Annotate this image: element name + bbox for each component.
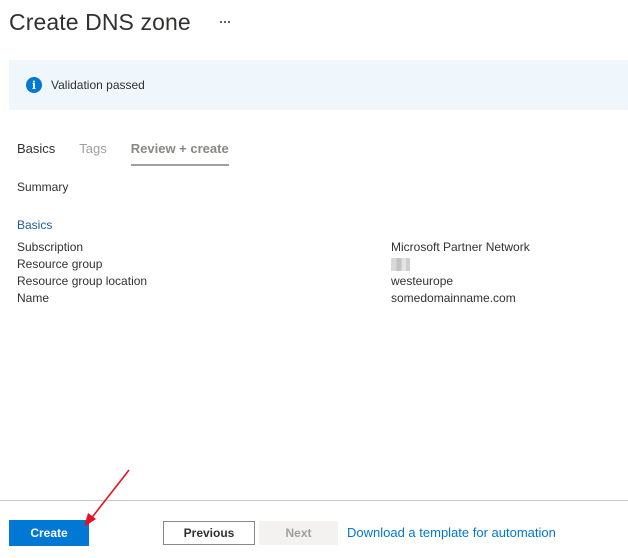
summary-heading: Summary [17, 180, 69, 194]
create-dns-zone-page: Create DNS zone i Validation passed Basi… [0, 0, 628, 558]
ellipsis-icon[interactable] [216, 12, 234, 32]
page-title: Create DNS zone [9, 8, 191, 35]
footer-actions: Create Previous Next Download a template… [0, 520, 628, 546]
create-button[interactable]: Create [9, 520, 89, 546]
summary-value: Microsoft Partner Network [391, 240, 530, 254]
summary-label: Subscription [17, 240, 84, 254]
validation-message: Validation passed [51, 78, 145, 92]
title-row: Create DNS zone [9, 6, 234, 38]
footer-divider [0, 500, 628, 501]
info-icon: i [26, 77, 42, 93]
validation-banner: i Validation passed [9, 60, 628, 110]
summary-value: westeurope [391, 274, 454, 288]
redacted-value [391, 258, 410, 271]
wizard-tabs: Basics Tags Review + create [17, 141, 253, 166]
summary-label: Resource group [17, 257, 103, 271]
previous-button[interactable]: Previous [163, 521, 255, 545]
download-template-link[interactable]: Download a template for automation [347, 525, 556, 540]
resource-group-redacted [391, 257, 410, 275]
next-button[interactable]: Next [259, 521, 338, 545]
summary-label: Name [17, 291, 50, 305]
section-title-basics: Basics [17, 218, 53, 232]
tab-review-create[interactable]: Review + create [130, 141, 229, 166]
tab-tags[interactable]: Tags [79, 141, 106, 166]
tab-basics[interactable]: Basics [17, 141, 55, 166]
summary-value: somedomainname.com [391, 291, 516, 305]
summary-label: Resource group location [17, 274, 148, 288]
